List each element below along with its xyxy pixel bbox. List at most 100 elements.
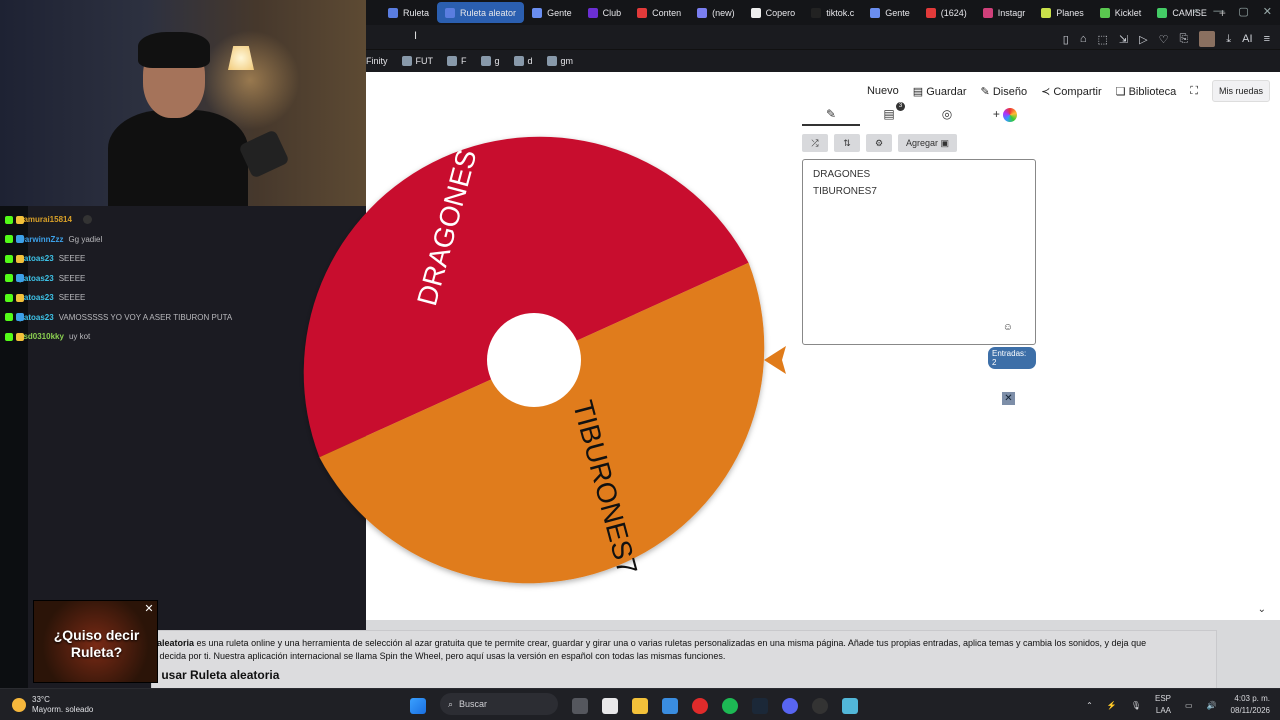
- discord-icon[interactable]: [782, 697, 798, 714]
- browser-tab[interactable]: Kicklet: [1092, 2, 1150, 23]
- mis-ruedas-button[interactable]: Mis ruedas: [1211, 80, 1270, 102]
- diseno-link[interactable]: ✎ Diseño: [981, 85, 1028, 98]
- tab-label: Copero: [765, 7, 796, 18]
- browser-tab[interactable]: Gente: [862, 2, 918, 23]
- language-indicator[interactable]: ESP LAA: [1155, 693, 1171, 717]
- tab-add-theme[interactable]: +: [976, 104, 1034, 126]
- chat-username[interactable]: patoas23: [19, 313, 54, 322]
- bookmark-item[interactable]: F: [447, 56, 467, 66]
- browser-tab[interactable]: (1624): [918, 2, 975, 23]
- entries-textarea[interactable]: DRAGONES TIBURONES7 ☺: [802, 159, 1036, 345]
- browser-tab[interactable]: (new): [689, 2, 743, 23]
- sort-button[interactable]: ⇅: [834, 134, 860, 152]
- taskbar: 33°C Mayorm. soleado ⌕ Buscar ⌃ ⚡ 🎙 ESP LAA…: [0, 688, 1280, 720]
- bookmark-item[interactable]: g: [480, 56, 500, 66]
- chevron-down-icon[interactable]: ⌄: [1258, 604, 1266, 615]
- mic-icon[interactable]: 🎙: [1131, 701, 1141, 710]
- guardar-link[interactable]: ▤ Guardar: [913, 85, 967, 98]
- favicon-icon: [697, 7, 708, 18]
- windows-start-icon[interactable]: [410, 697, 426, 714]
- tab-hidden[interactable]: ◎: [918, 104, 976, 126]
- emoji-icon[interactable]: ☺: [1003, 319, 1013, 336]
- file-icon[interactable]: [602, 697, 618, 714]
- chat-text: SEEEE: [58, 254, 86, 264]
- wheel-center-hole: [487, 313, 581, 407]
- chat-username[interactable]: DarwinnZzz: [19, 235, 63, 244]
- lang-sub-label: LAA: [1155, 706, 1172, 715]
- add-image-button[interactable]: Agregar ▣: [898, 134, 958, 152]
- close-small-button[interactable]: ✕: [1002, 392, 1015, 405]
- compartir-link[interactable]: ≺ Compartir: [1041, 85, 1102, 98]
- play-icon[interactable]: ▷: [1139, 33, 1147, 46]
- notepad-icon[interactable]: [842, 697, 858, 714]
- ai-button[interactable]: AI: [1242, 33, 1252, 45]
- chat-username[interactable]: patoas23: [19, 254, 54, 263]
- browser-tab[interactable]: Conten: [629, 2, 689, 23]
- tab-label: Gente: [885, 7, 910, 18]
- biblioteca-link[interactable]: ❏ Biblioteca: [1116, 85, 1177, 98]
- entries-toolbar: ⤮ ⇅ ⚙ Agregar ▣: [802, 134, 1036, 152]
- minimize-button[interactable]: —: [1213, 5, 1224, 18]
- browser-tab[interactable]: Planes: [1033, 2, 1092, 23]
- chat-username[interactable]: patoas23: [19, 293, 54, 302]
- browser-tab[interactable]: tiktok.c: [803, 2, 862, 23]
- settings-button[interactable]: ⚙: [866, 134, 892, 152]
- ad-popup[interactable]: ✕ ¿Quiso decir Ruleta?: [33, 600, 158, 683]
- browser-tab[interactable]: Gente: [524, 2, 580, 23]
- browser-tab[interactable]: Ruleta aleator: [437, 2, 525, 23]
- maximize-button[interactable]: ▢: [1238, 5, 1248, 18]
- folder-icon[interactable]: [632, 697, 648, 714]
- description-line1: es una ruleta online y una herramienta d…: [194, 638, 1147, 648]
- search-tabs-icon[interactable]: ⌕: [1193, 5, 1199, 18]
- task-view-icon[interactable]: [572, 697, 588, 714]
- tab-label: Club: [602, 7, 622, 18]
- display-icon[interactable]: ▭: [1185, 701, 1193, 710]
- bookmark-item[interactable]: FUT: [401, 56, 433, 66]
- menu-icon[interactable]: ≡: [1264, 33, 1270, 45]
- browser-tab[interactable]: Copero: [743, 2, 804, 23]
- fullscreen-icon[interactable]: ⛶: [1190, 85, 1198, 98]
- shuffle-button[interactable]: ⤮: [802, 134, 828, 152]
- profile-avatar[interactable]: [1199, 31, 1216, 47]
- browser-tab[interactable]: Instagr: [975, 2, 1034, 23]
- sub-badge-icon: [16, 254, 24, 263]
- network-icon[interactable]: ⚡: [1107, 701, 1117, 710]
- tab-edit[interactable]: ✎: [802, 104, 860, 126]
- screenshot-icon[interactable]: ⬚: [1098, 33, 1108, 46]
- bookmark-item[interactable]: Finity: [366, 56, 388, 66]
- sidebar-icon[interactable]: ▯: [1063, 33, 1069, 46]
- heart-icon[interactable]: ♡: [1159, 33, 1169, 46]
- obs-icon[interactable]: [812, 697, 828, 714]
- taskbar-search[interactable]: ⌕ Buscar: [440, 693, 558, 715]
- download-icon[interactable]: ⤓: [1226, 33, 1231, 46]
- chat-overlay: samurai15814 DarwinnZzz Gg yadiel patoas23 S…: [0, 210, 300, 347]
- weather-widget[interactable]: 33°C Mayorm. soleado: [12, 695, 93, 715]
- chat-username[interactable]: patoas23: [19, 274, 54, 283]
- spotify-icon[interactable]: [722, 697, 738, 714]
- browser-tab[interactable]: Club: [580, 2, 630, 23]
- tab-label: tiktok.c: [826, 7, 855, 18]
- chevron-up-icon[interactable]: ⌃: [1086, 701, 1093, 710]
- bookmark-label: Finity: [366, 56, 388, 66]
- tab-results[interactable]: ▤ 3: [860, 102, 918, 126]
- eye-off-icon: ◎: [941, 107, 953, 121]
- wheel[interactable]: DRAGONES TIBURONES7: [296, 120, 796, 605]
- clock[interactable]: 4:03 p. m. 08/11/2026: [1231, 693, 1270, 717]
- volume-icon[interactable]: 🔊: [1207, 701, 1217, 710]
- extensions-icon[interactable]: ⎘: [1179, 33, 1188, 46]
- address-bar[interactable]: I ▯ ⌂ ⬚ ⇲ ▷ ♡ ⎘ ⤓ AI ≡: [366, 25, 1280, 50]
- store-icon[interactable]: [662, 697, 678, 714]
- chat-username[interactable]: ysd0310kky: [19, 332, 64, 341]
- opera-icon[interactable]: [692, 697, 708, 714]
- clipboard-icon: ▤: [883, 107, 895, 121]
- bookmark-item[interactable]: gm: [546, 56, 573, 66]
- reader-icon[interactable]: ⇲: [1119, 33, 1128, 46]
- chat-username[interactable]: samurai15814: [19, 215, 72, 224]
- close-window-button[interactable]: ✕: [1263, 5, 1272, 18]
- browser-tab[interactable]: Ruleta: [380, 2, 437, 23]
- nuevo-link[interactable]: Nuevo: [867, 85, 899, 97]
- steam-icon[interactable]: [752, 697, 768, 714]
- bookmark-item[interactable]: d: [513, 56, 533, 66]
- bookmark-icon[interactable]: ⌂: [1080, 33, 1087, 45]
- close-icon[interactable]: ✕: [143, 603, 155, 615]
